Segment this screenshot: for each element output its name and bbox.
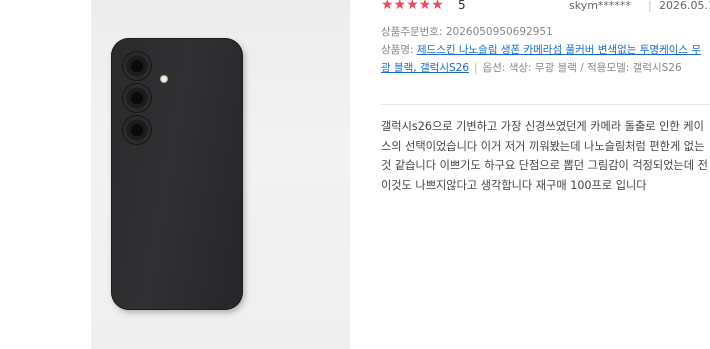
camera-flash	[160, 75, 168, 83]
option-separator: |	[474, 62, 478, 74]
camera-lens-2	[123, 84, 151, 112]
review-date: 2026.05.11	[659, 0, 710, 12]
review-header: ★★★★★ 5 skym****** | 2026.05.11	[381, 0, 710, 14]
review-photo[interactable]	[91, 0, 350, 349]
star-rating-icon: ★★★★★	[381, 0, 444, 13]
divider	[381, 104, 710, 105]
product-label: 상품명:	[381, 44, 417, 56]
product-option: 옵션: 색상: 무광 블랙 / 적용모델: 갤럭시S26	[482, 62, 682, 74]
order-number-label: 상품주문번호:	[381, 26, 446, 38]
reviewer-name: skym******	[569, 0, 631, 12]
order-number-line: 상품주문번호: 2026050950692951	[381, 23, 553, 41]
product-line: 상품명: 제드스킨 나노슬림 생폰 카메라섬 풀커버 변색없는 투명케이스 무광…	[381, 41, 710, 77]
rating-value: 5	[458, 0, 466, 12]
header-separator: |	[648, 0, 652, 12]
review-body: 갤럭시s26으로 기변하고 가장 신경쓰였던게 카메라 돌출로 인한 케이스의 …	[381, 120, 708, 192]
camera-lens-3	[123, 116, 151, 144]
order-number: 2026050950692951	[445, 26, 553, 38]
camera-lens-1	[123, 52, 151, 80]
phone-case-image	[111, 38, 243, 310]
